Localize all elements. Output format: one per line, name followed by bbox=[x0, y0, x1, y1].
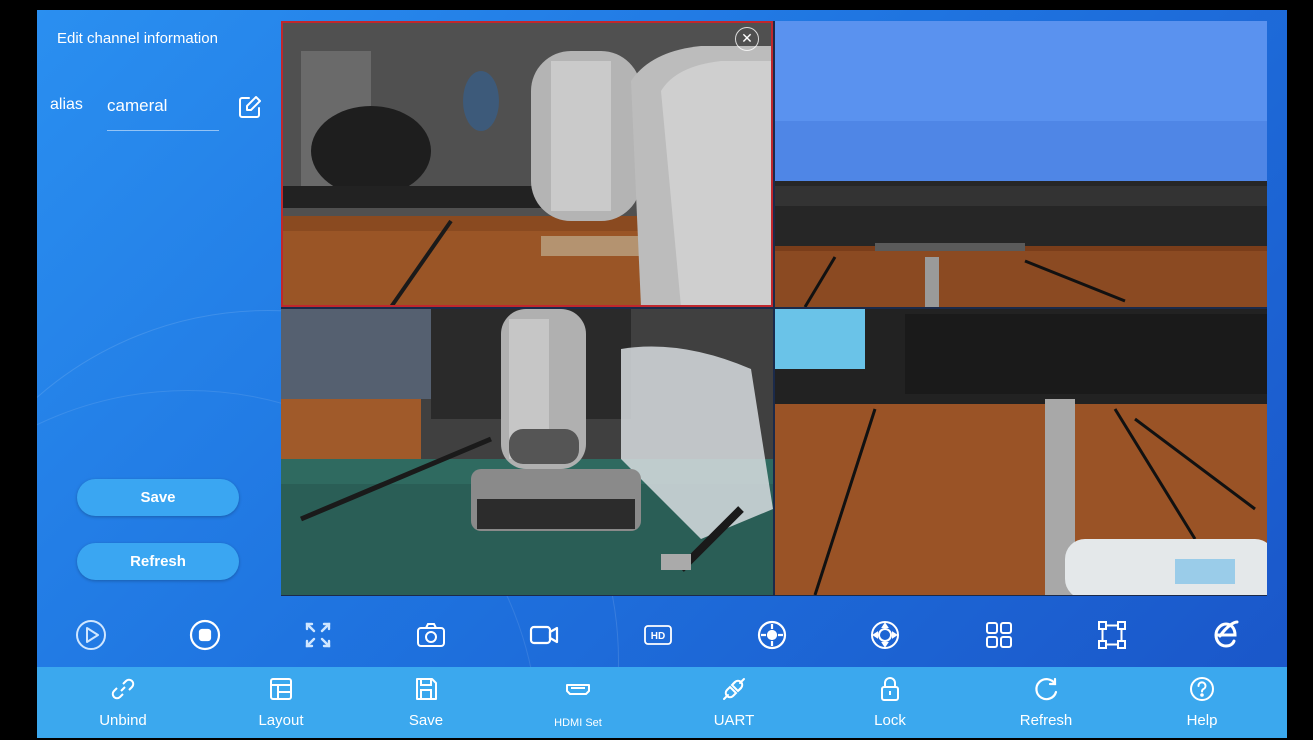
refresh-button[interactable]: Refresh bbox=[77, 543, 239, 580]
hdmi-label: HDMI Set bbox=[554, 717, 602, 729]
channel-info-panel: Edit channel information alias cameral S… bbox=[37, 10, 279, 600]
video-feed-1[interactable]: ✕ bbox=[281, 21, 773, 307]
close-feed-icon[interactable]: ✕ bbox=[735, 27, 759, 51]
uart-label: UART bbox=[713, 712, 755, 729]
hdmi-set-button[interactable]: HDMI Set bbox=[523, 667, 633, 738]
layout-label: Layout bbox=[258, 712, 304, 729]
lock-label: Lock bbox=[874, 712, 906, 729]
help-label: Help bbox=[1186, 712, 1218, 729]
save-button[interactable]: Save bbox=[77, 479, 239, 516]
save-label: Save bbox=[408, 712, 444, 729]
refresh-label: Refresh bbox=[1019, 712, 1073, 729]
unbind-button[interactable]: Unbind bbox=[68, 667, 178, 738]
alias-label: alias bbox=[50, 96, 83, 113]
panel-title: Edit channel information bbox=[57, 30, 218, 47]
lock-icon bbox=[881, 677, 899, 701]
alias-field[interactable]: cameral bbox=[107, 96, 167, 116]
lock-button[interactable]: Lock bbox=[835, 667, 945, 738]
camera-manager-app: Edit channel information alias cameral S… bbox=[37, 10, 1287, 738]
video-feed-3[interactable] bbox=[281, 309, 773, 595]
bottom-toolbar: Unbind Layout Save HDMI Set UART Lock Re… bbox=[37, 667, 1287, 738]
alias-underline bbox=[107, 130, 219, 131]
grid-layout-icon[interactable] bbox=[982, 618, 1016, 652]
layout-button[interactable]: Layout bbox=[226, 667, 336, 738]
video-grid: ✕ bbox=[281, 21, 1267, 596]
refresh-icon bbox=[1035, 677, 1058, 701]
save-toolbar-button[interactable]: Save bbox=[371, 667, 481, 738]
direction-pad-icon[interactable] bbox=[868, 618, 902, 652]
selection-frame-icon[interactable] bbox=[1095, 618, 1129, 652]
help-icon bbox=[1190, 677, 1214, 701]
stop-icon[interactable] bbox=[188, 618, 222, 652]
fullscreen-icon[interactable] bbox=[301, 618, 335, 652]
plug-icon bbox=[723, 678, 745, 700]
video-feed-4[interactable] bbox=[775, 309, 1267, 595]
browser-e-icon[interactable] bbox=[1209, 618, 1243, 652]
hdmi-icon bbox=[566, 684, 590, 695]
help-button[interactable]: Help bbox=[1147, 667, 1257, 738]
camera-snapshot-icon[interactable] bbox=[414, 618, 448, 652]
layout-icon bbox=[270, 678, 292, 700]
play-icon[interactable] bbox=[74, 618, 108, 652]
video-record-icon[interactable] bbox=[527, 618, 561, 652]
refresh-toolbar-button[interactable]: Refresh bbox=[991, 667, 1101, 738]
floppy-icon bbox=[416, 678, 437, 700]
hd-icon[interactable]: HD bbox=[641, 618, 675, 652]
uart-button[interactable]: UART bbox=[679, 667, 789, 738]
edit-icon[interactable] bbox=[237, 94, 263, 120]
link-icon bbox=[111, 678, 135, 700]
video-feed-2[interactable] bbox=[775, 21, 1267, 307]
svg-text:HD: HD bbox=[651, 631, 665, 642]
unbind-label: Unbind bbox=[99, 712, 147, 729]
playback-control-bar: HD bbox=[37, 606, 1287, 662]
ptz-control-icon[interactable] bbox=[755, 618, 789, 652]
